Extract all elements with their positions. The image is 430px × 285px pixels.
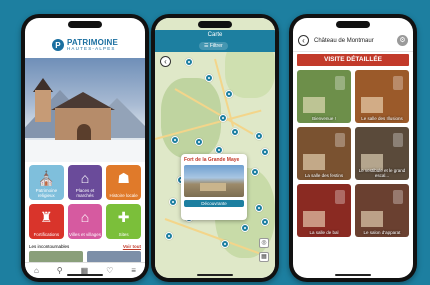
room-label: Le vestibule et le grand escal... — [358, 168, 406, 178]
home-indicator — [67, 274, 103, 276]
room-card[interactable]: Le salon d'apparat — [355, 184, 409, 237]
locate-icon[interactable]: ◎ — [259, 238, 269, 248]
rooms-grid: Bienvenue ! Le salle des Illusions La sall… — [297, 70, 409, 237]
category-label: Places et marchés — [75, 188, 95, 198]
map-pin-icon[interactable] — [165, 232, 173, 240]
category-grid: ⛪ Patrimoine religieux ⌂ Places et marchés ☗… — [29, 165, 141, 239]
popup-title: Fort de la Grande Maye — [184, 157, 240, 163]
home-icon[interactable]: ⌂ — [34, 266, 39, 275]
phone-home-screen: P PATRIMOINE HAUTES-ALPES ⛪ Patrimoine re… — [21, 14, 149, 282]
layers-icon[interactable]: ▦ — [259, 252, 269, 262]
category-tile[interactable]: ✚ Sites — [106, 204, 141, 239]
map-pin-icon[interactable] — [225, 90, 233, 98]
discover-button[interactable]: Découvrante — [184, 200, 244, 207]
map-screen: Carte ☰ Filtrer ‹ Fort de la Grande Maye… — [155, 18, 275, 278]
category-icon: ⌂ — [80, 170, 90, 186]
map-pin-icon[interactable] — [219, 114, 227, 122]
detail-header: ‹ Château de Montmaur ⚙ — [293, 30, 413, 52]
category-label: Fortifications — [33, 232, 60, 237]
map-pin-icon[interactable] — [231, 128, 239, 136]
logo-mark-icon: P — [51, 39, 64, 51]
settings-icon[interactable]: ⚙ — [397, 35, 408, 46]
category-icon: ☗ — [117, 170, 130, 186]
see-all-link[interactable]: Voir tout — [123, 244, 141, 249]
map-pin-icon[interactable] — [251, 168, 259, 176]
menu-icon[interactable]: ≡ — [131, 266, 136, 275]
back-button[interactable]: ‹ — [160, 56, 171, 67]
category-label: Sites — [118, 232, 129, 237]
map-pin-icon[interactable] — [255, 132, 263, 140]
room-card[interactable]: La salle de bal — [297, 184, 351, 237]
map-pin-icon[interactable] — [185, 58, 193, 66]
phone-detail-screen: ‹ Château de Montmaur ⚙ VISITE DÉTAILLÉE… — [289, 14, 417, 282]
home-screen: P PATRIMOINE HAUTES-ALPES ⛪ Patrimoine re… — [25, 18, 145, 278]
room-label: La salle de bal — [309, 230, 339, 235]
app-logo: P PATRIMOINE HAUTES-ALPES — [25, 32, 145, 58]
map-pin-icon[interactable] — [221, 240, 229, 248]
phone-map-screen: Carte ☰ Filtrer ‹ Fort de la Grande Maye… — [151, 14, 279, 282]
detail-screen: ‹ Château de Montmaur ⚙ VISITE DÉTAILLÉE… — [293, 18, 413, 278]
section-label: Les incontournables — [29, 244, 70, 249]
site-popup[interactable]: Fort de la Grande Maye Découvrante — [181, 154, 247, 220]
home-indicator — [197, 274, 233, 276]
filter-label: Filtrer — [209, 43, 223, 49]
category-label: Histoire locale — [109, 193, 138, 198]
site-title: Château de Montmaur — [314, 37, 374, 44]
category-tile[interactable]: ♜ Fortifications — [29, 204, 64, 239]
filter-button[interactable]: ☰ Filtrer — [199, 42, 228, 50]
category-tile[interactable]: ⛪ Patrimoine religieux — [29, 165, 64, 200]
map-pin-icon[interactable] — [255, 204, 263, 212]
notch — [68, 21, 102, 28]
room-label: Bienvenue ! — [312, 116, 336, 121]
category-tile[interactable]: ⌂ Villes et villages — [67, 204, 103, 239]
hero-image-chapel — [25, 58, 145, 162]
room-label: Le salle des Illusions — [361, 116, 403, 121]
home-indicator — [335, 274, 371, 276]
logo-subtitle: HAUTES-ALPES — [66, 45, 116, 51]
map-pin-icon[interactable] — [215, 146, 223, 154]
map-pin-icon[interactable] — [195, 138, 203, 146]
back-button[interactable]: ‹ — [298, 35, 309, 46]
category-tile[interactable]: ⌂ Places et marchés — [67, 165, 103, 200]
category-icon: ⛪ — [37, 170, 56, 186]
map-pin-icon[interactable] — [169, 198, 177, 206]
room-label: La salle des festins — [304, 173, 344, 178]
room-label: Le salon d'apparat — [363, 230, 401, 235]
category-icon: ✚ — [117, 209, 130, 225]
map-pin-icon[interactable] — [261, 218, 269, 226]
category-label: Patrimoine religieux — [35, 188, 58, 198]
map-pin-icon[interactable] — [241, 224, 249, 232]
map-pin-icon[interactable] — [205, 74, 213, 82]
room-card[interactable]: Le vestibule et le grand escal... — [355, 127, 409, 180]
category-label: Villes et villages — [69, 232, 101, 237]
category-tile[interactable]: ☗ Histoire locale — [106, 165, 141, 200]
map-title: Carte — [207, 32, 223, 38]
room-card[interactable]: Le salle des Illusions — [355, 70, 409, 123]
popup-image — [184, 165, 244, 197]
visit-banner: VISITE DÉTAILLÉE — [297, 54, 409, 66]
notch — [198, 21, 232, 28]
search-icon[interactable]: ⚲ — [57, 266, 63, 275]
notch — [336, 21, 370, 28]
category-icon: ⌂ — [80, 209, 90, 225]
category-icon: ♜ — [40, 209, 53, 225]
map-pin-icon[interactable] — [171, 136, 179, 144]
heart-icon[interactable]: ♡ — [106, 266, 113, 275]
map-pin-icon[interactable] — [261, 148, 269, 156]
room-card[interactable]: La salle des festins — [297, 127, 351, 180]
room-card[interactable]: Bienvenue ! — [297, 70, 351, 123]
